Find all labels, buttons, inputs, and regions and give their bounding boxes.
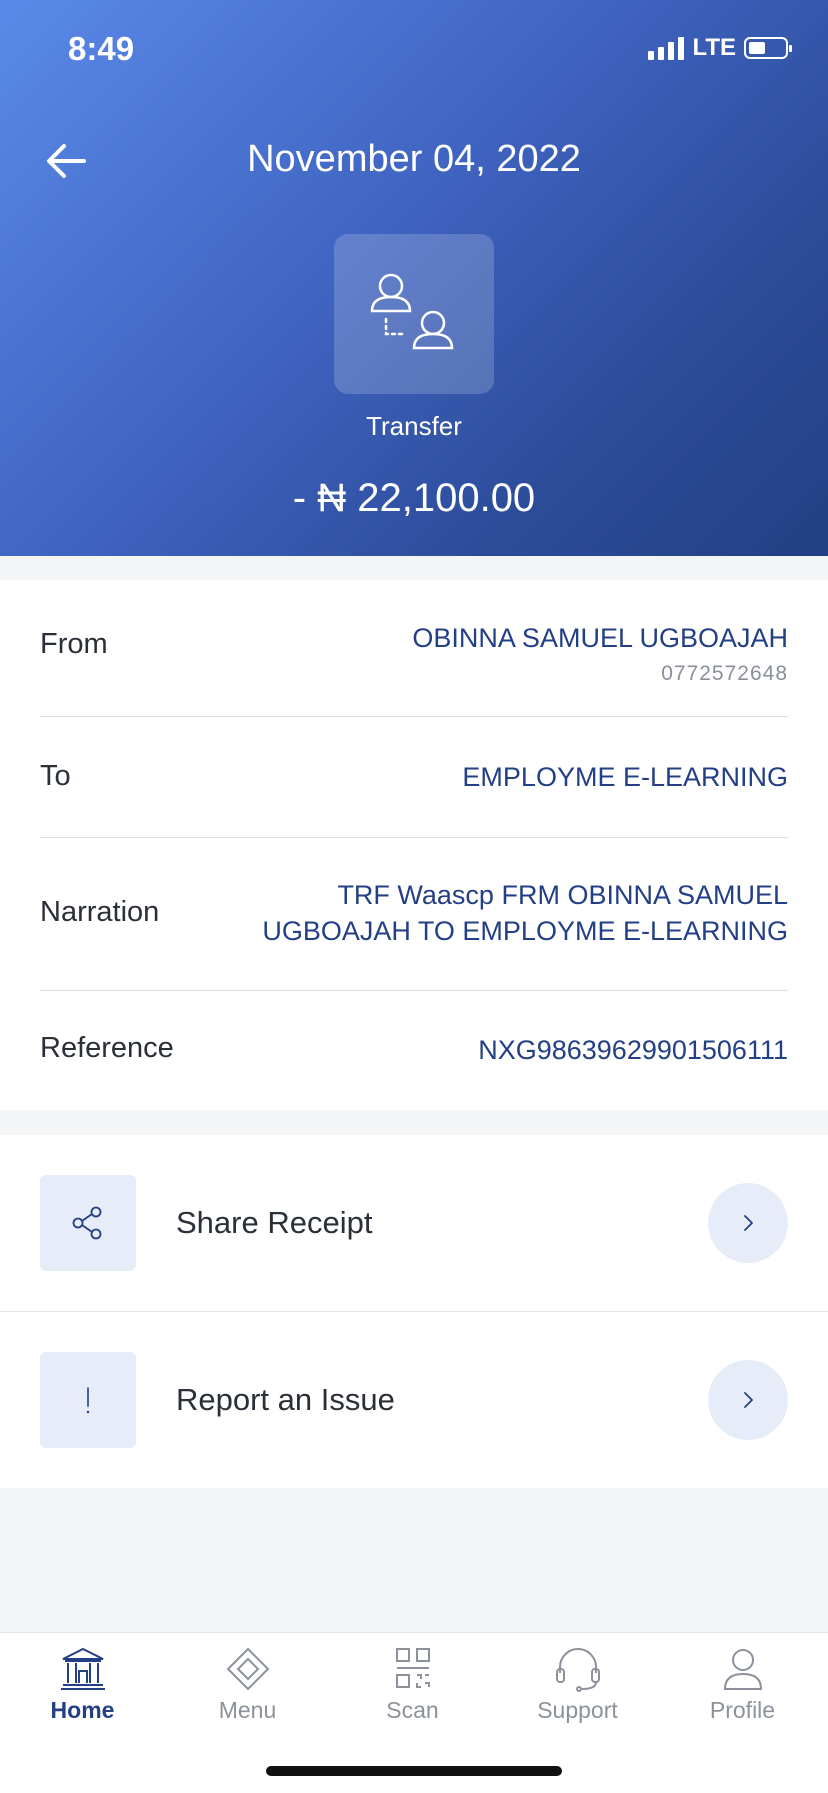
narration-value: TRF Waascp FRM OBINNA SAMUEL UGBOAJAH TO… [262,877,788,949]
status-indicators: LTE [648,34,792,62]
tab-home-label: Home [50,1697,115,1723]
share-icon-tile [40,1175,136,1271]
receipt-actions: Share Receipt Report an Issue [0,1135,828,1488]
from-value: OBINNA SAMUEL UGBOAJAH 0772572648 [412,620,788,692]
qr-code-icon [396,1648,430,1688]
report-issue-label: Report an Issue [176,1382,395,1417]
detail-row-to: To EMPLOYME E-LEARNING [40,717,788,838]
person-icon [723,1649,763,1690]
bank-icon [61,1647,105,1690]
from-label: From [40,628,108,660]
detail-row-narration: Narration TRF Waascp FRM OBINNA SAMUEL U… [40,838,788,991]
tab-home[interactable]: Home [0,1633,165,1743]
share-icon [72,1206,102,1240]
share-receipt-button[interactable]: Share Receipt [0,1135,828,1312]
tab-support-label: Support [537,1697,618,1723]
narration-line-2: UGBOAJAH TO EMPLOYME E-LEARNING [262,916,788,946]
report-issue-button[interactable]: Report an Issue [0,1312,828,1488]
reference-value: NXG98639629901506111 [478,1035,788,1065]
person-transfer-icon [370,273,454,350]
home-indicator [266,1766,562,1776]
to-label: To [40,760,71,792]
tab-profile[interactable]: Profile [660,1633,825,1743]
status-time: 8:49 [68,30,135,67]
exclamation-icon [86,1387,90,1414]
reference-label: Reference [40,1032,174,1064]
tab-menu-label: Menu [218,1697,277,1723]
tab-support[interactable]: Support [495,1633,660,1743]
tab-menu[interactable]: Menu [165,1633,330,1743]
tab-profile-label: Profile [709,1697,776,1723]
transaction-type-label: Transfer [366,411,462,441]
report-issue-chevron[interactable] [708,1360,788,1440]
transaction-details: From OBINNA SAMUEL UGBOAJAH 0772572648 T… [0,580,828,1110]
signal-icon [648,36,685,60]
detail-row-reference: Reference NXG98639629901506111 [40,991,788,1110]
menu-diamond-icon [226,1647,270,1691]
report-icon-tile [40,1352,136,1448]
chevron-right-icon [744,1215,753,1231]
from-account-number: 0772572648 [661,662,788,685]
network-label: LTE [692,34,736,61]
narration-line-1: TRF Waascp FRM OBINNA SAMUEL [337,880,788,910]
tab-scan[interactable]: Scan [330,1633,495,1743]
chevron-right-icon [744,1392,753,1408]
page-title: November 04, 2022 [247,138,581,180]
share-receipt-label: Share Receipt [176,1205,373,1240]
transaction-header: 8:49 LTE November 04, 2022 Transfer - ₦ … [0,0,828,556]
tab-scan-label: Scan [386,1697,439,1723]
detail-row-from: From OBINNA SAMUEL UGBOAJAH 0772572648 [40,580,788,717]
from-name: OBINNA SAMUEL UGBOAJAH [412,623,788,653]
headset-icon [556,1648,600,1692]
to-value: EMPLOYME E-LEARNING [462,762,788,792]
transaction-amount: - ₦ 22,100.00 [292,476,536,520]
transaction-type-badge [334,234,494,394]
battery-icon [744,37,792,59]
narration-label: Narration [40,896,160,928]
share-receipt-chevron[interactable] [708,1183,788,1263]
